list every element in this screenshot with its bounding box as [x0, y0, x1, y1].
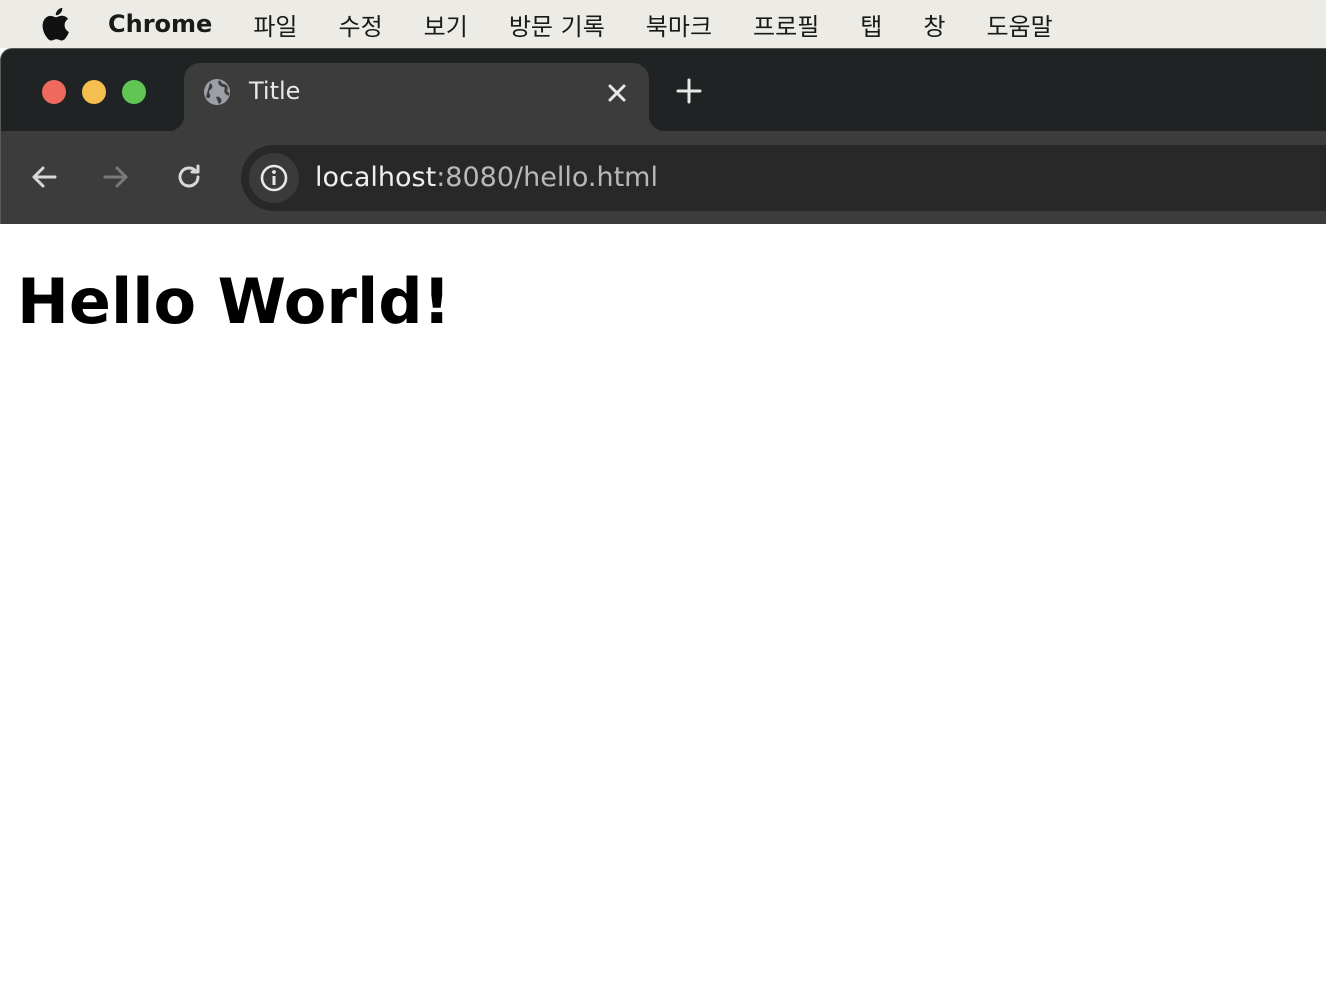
menu-view[interactable]: 보기: [424, 7, 468, 42]
menu-profiles[interactable]: 프로필: [753, 7, 819, 42]
toolbar: localhost:8080/hello.html: [1, 131, 1326, 225]
window-minimize-button[interactable]: [82, 80, 106, 104]
menu-window[interactable]: 창: [923, 7, 945, 42]
window-close-button[interactable]: [42, 80, 66, 104]
menu-bar: Chrome 파일 수정 보기 방문 기록 북마크 프로필 탭 창 도움말: [0, 0, 1326, 48]
url-host: localhost: [315, 162, 437, 193]
address-bar[interactable]: localhost:8080/hello.html: [241, 145, 1326, 211]
menu-file[interactable]: 파일: [253, 7, 297, 42]
page-heading: Hello World!: [17, 265, 451, 338]
tab-title: Title: [249, 77, 301, 105]
menu-app-name[interactable]: Chrome: [108, 10, 212, 38]
menu-tab[interactable]: 탭: [860, 7, 882, 42]
back-arrow-icon[interactable]: [26, 159, 62, 195]
forward-arrow-icon[interactable]: [98, 159, 134, 195]
menu-help[interactable]: 도움말: [986, 7, 1052, 42]
browser-window: Title localhost:8080/hello.html: [0, 48, 1326, 225]
tab-close-icon[interactable]: [603, 79, 631, 107]
menu-bookmarks[interactable]: 북마크: [646, 7, 712, 42]
site-info-icon[interactable]: [249, 153, 299, 203]
address-url[interactable]: localhost:8080/hello.html: [315, 161, 658, 195]
reload-icon[interactable]: [171, 159, 207, 195]
apple-logo-icon[interactable]: [40, 7, 70, 41]
url-path: :8080/hello.html: [436, 162, 658, 193]
tab-active[interactable]: Title: [168, 63, 665, 131]
new-tab-plus-icon[interactable]: [673, 75, 705, 107]
page-content: Hello World!: [0, 224, 1326, 1006]
menu-history[interactable]: 방문 기록: [509, 7, 605, 42]
globe-icon: [202, 77, 232, 107]
window-maximize-button[interactable]: [122, 80, 146, 104]
menu-edit[interactable]: 수정: [338, 7, 382, 42]
